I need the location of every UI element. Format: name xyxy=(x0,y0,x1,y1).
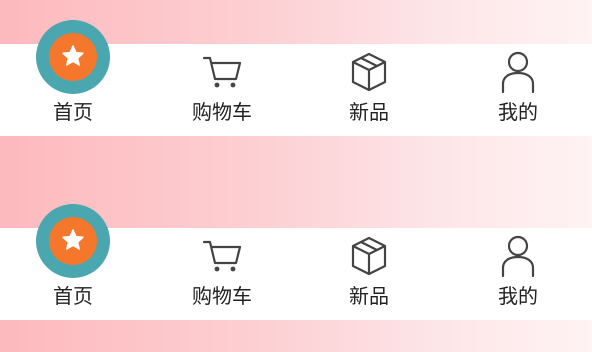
star-icon xyxy=(62,229,84,250)
user-icon xyxy=(501,235,535,278)
tab-cart-label: 购物车 xyxy=(192,100,252,124)
cube-icon xyxy=(351,52,387,92)
tab-new[interactable]: 新品 xyxy=(324,44,414,136)
tab-bar-1: 首页 购物车 新品 我的 xyxy=(0,20,592,136)
home-icon-ring xyxy=(36,20,110,94)
tab-profile[interactable]: 我的 xyxy=(473,44,563,136)
user-icon xyxy=(501,51,535,94)
tab-home[interactable]: 首页 xyxy=(28,20,118,136)
tab-home[interactable]: 首页 xyxy=(28,204,118,320)
tab-profile-label: 我的 xyxy=(498,284,538,308)
tab-bar-2: 首页 购物车 新品 我的 xyxy=(0,204,592,320)
tab-new-label: 新品 xyxy=(349,100,389,124)
cart-icon xyxy=(202,240,242,272)
tab-new-label: 新品 xyxy=(349,284,389,308)
tab-cart[interactable]: 购物车 xyxy=(177,44,267,136)
cube-icon xyxy=(351,236,387,276)
home-icon-ring xyxy=(36,204,110,278)
cart-icon xyxy=(202,56,242,88)
tab-new[interactable]: 新品 xyxy=(324,228,414,320)
tab-home-label: 首页 xyxy=(53,284,93,308)
home-icon-circle xyxy=(49,217,97,265)
home-icon-circle xyxy=(49,33,97,81)
tab-cart-label: 购物车 xyxy=(192,284,252,308)
tab-cart[interactable]: 购物车 xyxy=(177,228,267,320)
star-icon xyxy=(62,45,84,66)
tab-profile[interactable]: 我的 xyxy=(473,228,563,320)
tab-profile-label: 我的 xyxy=(498,100,538,124)
tab-home-label: 首页 xyxy=(53,100,93,124)
